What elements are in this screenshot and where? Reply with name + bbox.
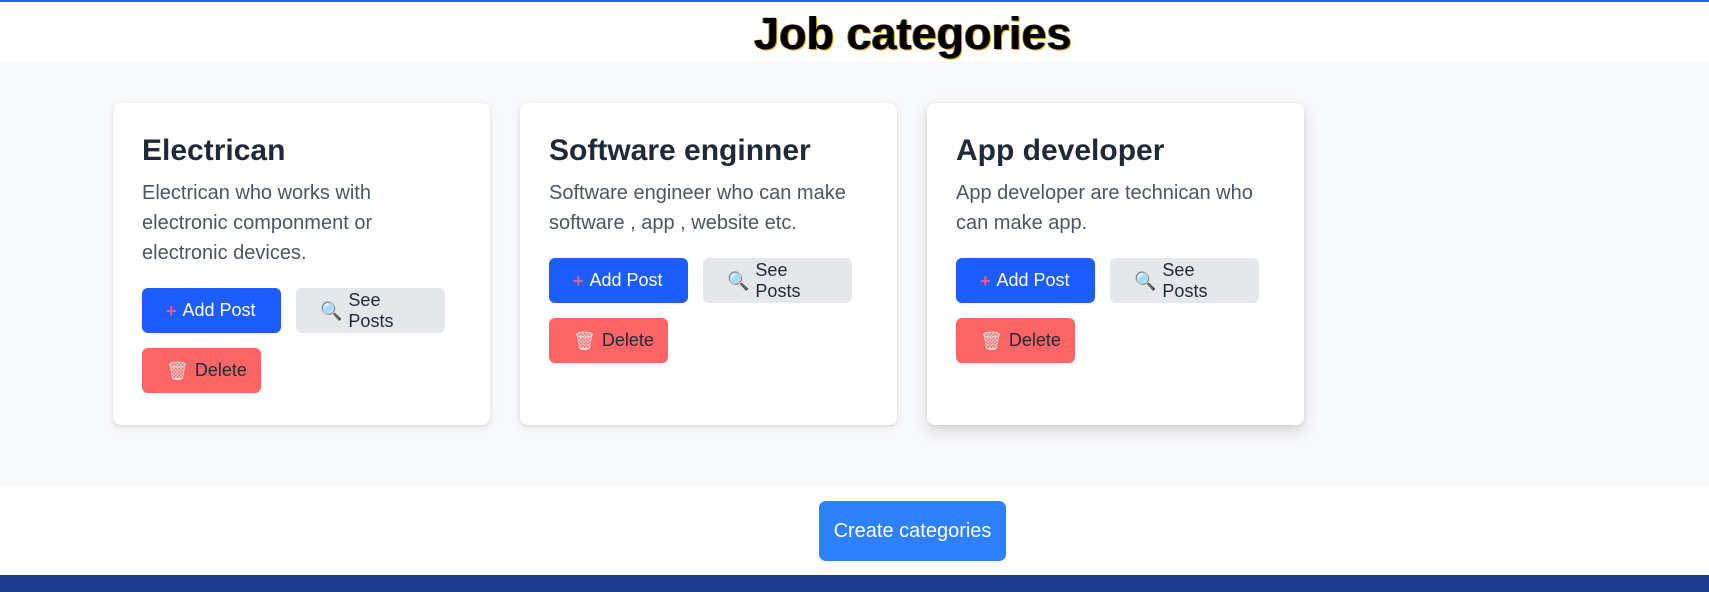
category-card: App developer App developer are technica… <box>927 103 1304 425</box>
category-card: Software enginner Software engineer who … <box>520 103 897 425</box>
plus-icon: + <box>980 270 991 291</box>
add-post-button[interactable]: + Add Post <box>956 258 1095 303</box>
card-actions: + Add Post 🔍 See Posts 🗑 Delete <box>549 258 869 378</box>
delete-button[interactable]: 🗑 Delete <box>549 318 668 363</box>
category-title: App developer <box>956 134 1165 167</box>
magnifier-icon: 🔍 <box>1134 270 1157 291</box>
magnifier-icon: 🔍 <box>727 270 750 291</box>
delete-label: Delete <box>601 330 654 350</box>
top-accent-line <box>0 0 1709 2</box>
category-description: Software engineer who can make software … <box>549 182 846 234</box>
card-actions: + Add Post 🔍 See Posts 🗑 Delete <box>956 258 1276 378</box>
delete-button[interactable]: 🗑 Delete <box>956 318 1075 363</box>
see-posts-button[interactable]: 🔍 See Posts <box>703 258 852 303</box>
add-post-button[interactable]: + Add Post <box>142 288 281 333</box>
category-title: Electrican <box>142 134 286 167</box>
plus-icon: + <box>166 300 177 321</box>
delete-button[interactable]: 🗑 Delete <box>142 348 261 393</box>
see-posts-label: See Posts <box>1162 259 1208 301</box>
magnifier-icon: 🔍 <box>320 300 343 321</box>
trash-icon: 🗑 <box>166 360 189 381</box>
add-post-label: Add Post <box>589 270 663 290</box>
delete-label: Delete <box>1008 330 1061 350</box>
add-post-label: Add Post <box>996 270 1070 290</box>
footer-bar <box>0 575 1709 592</box>
see-posts-button[interactable]: 🔍 See Posts <box>1110 258 1259 303</box>
add-post-button[interactable]: + Add Post <box>549 258 688 303</box>
plus-icon: + <box>573 270 584 291</box>
card-actions: + Add Post 🔍 See Posts 🗑 Delete <box>142 288 462 408</box>
page-title: Job categories <box>754 8 1072 59</box>
see-posts-label: See Posts <box>348 289 394 331</box>
categories-section: Electrican Electrican who works with ele… <box>0 62 1709 486</box>
category-card: Electrican Electrican who works with ele… <box>113 103 490 425</box>
see-posts-label: See Posts <box>755 259 801 301</box>
category-description: App developer are technican who can make… <box>956 182 1253 234</box>
see-posts-button[interactable]: 🔍 See Posts <box>296 288 445 333</box>
add-post-label: Add Post <box>182 300 256 320</box>
trash-icon: 🗑 <box>573 330 596 351</box>
trash-icon: 🗑 <box>980 330 1003 351</box>
category-description: Electrican who works with electronic com… <box>142 182 373 264</box>
create-categories-button[interactable]: Create categories <box>819 501 1006 561</box>
category-title: Software enginner <box>549 134 811 167</box>
delete-label: Delete <box>194 360 247 380</box>
